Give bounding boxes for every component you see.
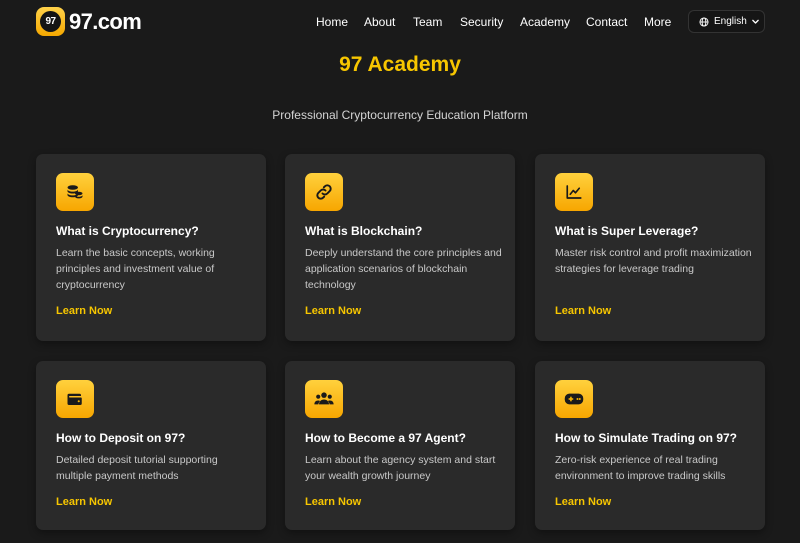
card-blockchain: What is Blockchain? Deeply understand th… — [285, 154, 515, 341]
nav-contact[interactable]: Contact — [586, 14, 627, 30]
language-label: English — [714, 16, 747, 27]
learn-now-link[interactable]: Learn Now — [305, 304, 361, 318]
top-navbar: 97 97.com Home About Team Security Acade… — [0, 0, 800, 44]
globe-icon — [699, 16, 709, 27]
learn-now-link[interactable]: Learn Now — [555, 304, 611, 318]
main-nav: Home About Team Security Academy Contact… — [0, 14, 800, 30]
learn-now-link[interactable]: Learn Now — [56, 304, 112, 318]
card-title: What is Super Leverage? — [555, 224, 699, 238]
card-title: What is Cryptocurrency? — [56, 224, 199, 238]
language-selector[interactable]: English — [688, 10, 765, 33]
chevron-down-icon — [751, 17, 760, 26]
nav-security[interactable]: Security — [460, 14, 503, 30]
chart-line-icon — [555, 173, 593, 211]
coins-icon — [56, 173, 94, 211]
gamepad-icon — [555, 380, 593, 418]
page-title: 97 Academy — [339, 53, 461, 76]
card-title: What is Blockchain? — [305, 224, 423, 238]
nav-academy[interactable]: Academy — [520, 14, 570, 30]
card-super-leverage: What is Super Leverage? Master risk cont… — [535, 154, 765, 341]
card-title: How to Simulate Trading on 97? — [555, 431, 738, 445]
nav-more[interactable]: More — [644, 14, 671, 30]
card-description: Zero-risk experience of real trading env… — [555, 454, 726, 483]
card-description: Learn about the agency system and start … — [305, 454, 496, 483]
learn-now-link[interactable]: Learn Now — [555, 495, 611, 509]
card-agent: How to Become a 97 Agent? Learn about th… — [285, 361, 515, 530]
nav-team[interactable]: Team — [413, 14, 442, 30]
page-subtitle: Professional Cryptocurrency Education Pl… — [272, 108, 528, 122]
card-cryptocurrency: What is Cryptocurrency? Learn the basic … — [36, 154, 266, 341]
learn-now-link[interactable]: Learn Now — [305, 495, 361, 509]
nav-home[interactable]: Home — [316, 14, 348, 30]
users-icon — [305, 380, 343, 418]
wallet-icon — [56, 380, 94, 418]
link-icon — [305, 173, 343, 211]
card-description: Detailed deposit tutorial supporting mul… — [56, 454, 218, 483]
card-description: Learn the basic concepts, working princi… — [56, 247, 215, 292]
card-deposit: How to Deposit on 97? Detailed deposit t… — [36, 361, 266, 530]
nav-about[interactable]: About — [364, 14, 395, 30]
card-title: How to Become a 97 Agent? — [305, 431, 466, 445]
card-simulate-trading: How to Simulate Trading on 97? Zero-risk… — [535, 361, 765, 530]
card-description: Master risk control and profit maximizat… — [555, 247, 752, 276]
learn-now-link[interactable]: Learn Now — [56, 495, 112, 509]
card-description: Deeply understand the core principles an… — [305, 247, 502, 292]
card-title: How to Deposit on 97? — [56, 431, 186, 445]
